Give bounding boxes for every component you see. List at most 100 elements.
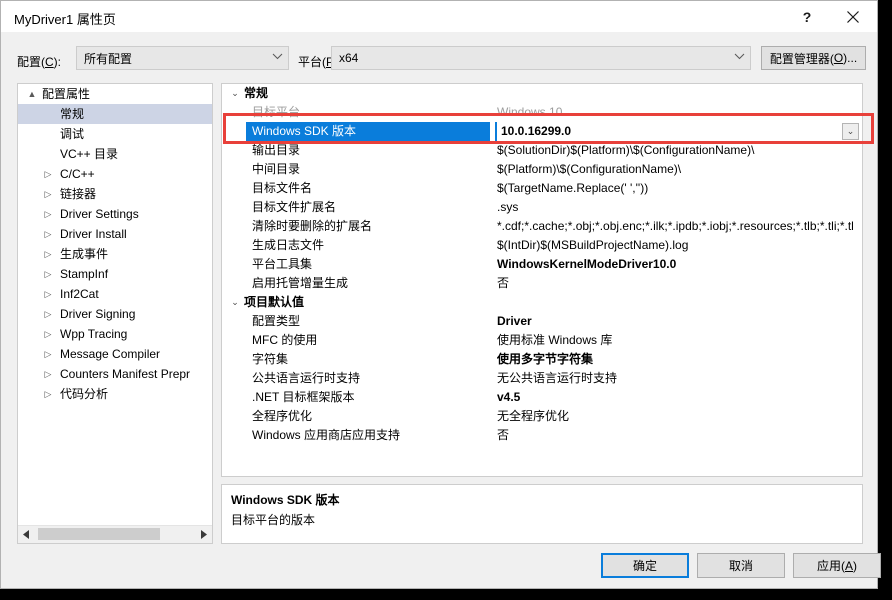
tree-item[interactable]: ▷ Message Compiler <box>18 344 212 364</box>
property-row[interactable]: Windows 应用商店应用支持 否 <box>222 426 862 445</box>
tree-item-label: Driver Settings <box>60 207 139 221</box>
property-pages-dialog: MyDriver1 属性页 ? 配置(C): 所有配置 平台(P): x64 <box>0 0 881 589</box>
scroll-right-icon[interactable] <box>195 526 212 542</box>
tree-collapsed-icon[interactable]: ▷ <box>40 284 56 304</box>
tree-collapsed-icon[interactable]: ▷ <box>40 204 56 224</box>
chevron-down-icon[interactable]: ⌄ <box>228 293 242 312</box>
property-value[interactable]: *.cdf;*.cache;*.obj;*.obj.enc;*.ilk;*.ip… <box>497 217 860 236</box>
property-value[interactable]: 无公共语言运行时支持 <box>497 369 860 388</box>
property-category-row[interactable]: ⌄ 常规 <box>222 84 862 103</box>
tree-collapsed-icon[interactable]: ▷ <box>40 184 56 204</box>
property-value[interactable]: $(SolutionDir)$(Platform)\$(Configuratio… <box>497 141 860 160</box>
chevron-down-icon[interactable]: ⌄ <box>228 84 242 103</box>
configuration-manager-button[interactable]: 配置管理器(O)... <box>761 46 866 70</box>
property-value[interactable]: .sys <box>497 198 860 217</box>
tree-item[interactable]: 调试 <box>18 124 212 144</box>
tree-collapsed-icon[interactable]: ▷ <box>40 344 56 364</box>
property-tree: ▲ 配置属性 常规 调试 VC++ 目录 ▷ C/C++ ▷ 链接器 ▷ Driver Settin… <box>18 84 212 526</box>
property-row[interactable]: 清除时要删除的扩展名 *.cdf;*.cache;*.obj;*.obj.enc;… <box>222 217 862 236</box>
property-row[interactable]: 目标文件扩展名 .sys <box>222 198 862 217</box>
property-category-row[interactable]: ⌄ 项目默认值 <box>222 293 862 312</box>
configuration-select[interactable]: 所有配置 <box>76 46 289 70</box>
property-row[interactable]: 全程序优化 无全程序优化 <box>222 407 862 426</box>
tree-item[interactable]: ▷ StampInf <box>18 264 212 284</box>
tree-item-label: 代码分析 <box>60 387 109 401</box>
property-row[interactable]: 平台工具集 WindowsKernelModeDriver10.0 <box>222 255 862 274</box>
tree-collapsed-icon[interactable]: ▷ <box>40 164 56 184</box>
tree-item-label: 调试 <box>60 127 85 141</box>
property-row[interactable]: Windows SDK 版本 10.0.16299.0 ⌄ <box>222 122 862 141</box>
tree-item[interactable]: ▷ 生成事件 <box>18 244 212 264</box>
tree-item[interactable]: ▷ 链接器 <box>18 184 212 204</box>
tree-collapsed-icon[interactable]: ▷ <box>40 264 56 284</box>
tree-item-label: 配置属性 <box>42 87 91 101</box>
property-value[interactable]: 否 <box>497 426 860 445</box>
platform-select[interactable]: x64 <box>331 46 751 70</box>
property-name: MFC 的使用 <box>252 333 318 347</box>
tree-item[interactable]: ▷ 代码分析 <box>18 384 212 404</box>
property-name: Windows SDK 版本 <box>246 122 490 141</box>
property-value-dropdown-icon[interactable]: ⌄ <box>842 123 859 140</box>
apply-button[interactable]: 应用(A) <box>793 553 881 578</box>
property-value[interactable]: Driver <box>497 312 860 331</box>
tree-collapsed-icon[interactable]: ▷ <box>40 324 56 344</box>
close-icon[interactable] <box>831 1 875 32</box>
property-row[interactable]: 输出目录 $(SolutionDir)$(Platform)\$(Configur… <box>222 141 862 160</box>
scrollbar-thumb[interactable] <box>38 528 160 540</box>
property-value[interactable]: 否 <box>497 274 860 293</box>
property-value[interactable]: 使用标准 Windows 库 <box>497 331 860 350</box>
property-row[interactable]: 中间目录 $(Platform)\$(ConfigurationName)\ <box>222 160 862 179</box>
tree-item[interactable]: ▷ Wpp Tracing <box>18 324 212 344</box>
configuration-toolbar: 配置(C): 所有配置 平台(P): x64 配置管理器(O)... <box>1 32 877 78</box>
tree-collapsed-icon[interactable]: ▷ <box>40 364 56 384</box>
property-value[interactable]: v4.5 <box>497 388 860 407</box>
tree-item-label: Inf2Cat <box>60 287 99 301</box>
property-row[interactable]: 目标平台 Windows 10 <box>222 103 862 122</box>
scroll-left-icon[interactable] <box>18 526 35 542</box>
tree-collapsed-icon[interactable]: ▷ <box>40 224 56 244</box>
property-value[interactable]: WindowsKernelModeDriver10.0 <box>497 255 860 274</box>
tree-item[interactable]: ▷ Driver Signing <box>18 304 212 324</box>
tree-item[interactable]: ▷ Inf2Cat <box>18 284 212 304</box>
cancel-button[interactable]: 取消 <box>697 553 785 578</box>
property-value[interactable]: Windows 10 <box>497 103 860 122</box>
tree-collapsed-icon[interactable]: ▷ <box>40 384 56 404</box>
property-value[interactable]: 使用多字节字符集 <box>497 350 860 369</box>
tree-item[interactable]: ▲ 配置属性 <box>18 84 212 104</box>
property-name: 目标平台 <box>252 105 301 119</box>
tree-item-label: C/C++ <box>60 167 95 181</box>
property-row[interactable]: 生成日志文件 $(IntDir)$(MSBuildProjectName).log <box>222 236 862 255</box>
tree-item[interactable]: ▷ Driver Install <box>18 224 212 244</box>
property-tree-panel: ▲ 配置属性 常规 调试 VC++ 目录 ▷ C/C++ ▷ 链接器 ▷ Driver Settin… <box>17 83 213 544</box>
property-row[interactable]: 启用托管增量生成 否 <box>222 274 862 293</box>
property-value[interactable]: 无全程序优化 <box>497 407 860 426</box>
tree-item[interactable]: ▷ Driver Settings <box>18 204 212 224</box>
ok-button[interactable]: 确定 <box>601 553 689 578</box>
tree-item[interactable]: ▷ C/C++ <box>18 164 212 184</box>
property-name: 平台工具集 <box>252 257 313 271</box>
tree-item-label: Message Compiler <box>60 347 161 361</box>
property-name: 目标文件名 <box>252 181 313 195</box>
tree-item-label: Wpp Tracing <box>60 327 128 341</box>
tree-collapsed-icon[interactable]: ▷ <box>40 304 56 324</box>
property-row[interactable]: MFC 的使用 使用标准 Windows 库 <box>222 331 862 350</box>
property-row[interactable]: 公共语言运行时支持 无公共语言运行时支持 <box>222 369 862 388</box>
title-bar: MyDriver1 属性页 ? <box>1 1 877 32</box>
tree-item[interactable]: ▷ Counters Manifest Prepr <box>18 364 212 384</box>
property-value[interactable]: $(TargetName.Replace(' ','')) <box>497 179 860 198</box>
property-value[interactable]: $(IntDir)$(MSBuildProjectName).log <box>497 236 860 255</box>
property-row[interactable]: .NET 目标框架版本 v4.5 <box>222 388 862 407</box>
help-icon[interactable]: ? <box>785 1 829 32</box>
property-name: 字符集 <box>252 352 289 366</box>
property-row[interactable]: 字符集 使用多字节字符集 <box>222 350 862 369</box>
tree-item[interactable]: VC++ 目录 <box>18 144 212 164</box>
property-value[interactable]: $(Platform)\$(ConfigurationName)\ <box>497 160 860 179</box>
property-row[interactable]: 配置类型 Driver <box>222 312 862 331</box>
property-row[interactable]: 目标文件名 $(TargetName.Replace(' ','')) <box>222 179 862 198</box>
tree-item[interactable]: 常规 <box>18 104 212 124</box>
chevron-down-icon <box>266 53 288 63</box>
tree-collapsed-icon[interactable]: ▷ <box>40 244 56 264</box>
property-value[interactable]: 10.0.16299.0 <box>495 122 860 141</box>
tree-horizontal-scrollbar[interactable] <box>18 525 212 543</box>
tree-expanded-icon[interactable]: ▲ <box>24 84 40 104</box>
